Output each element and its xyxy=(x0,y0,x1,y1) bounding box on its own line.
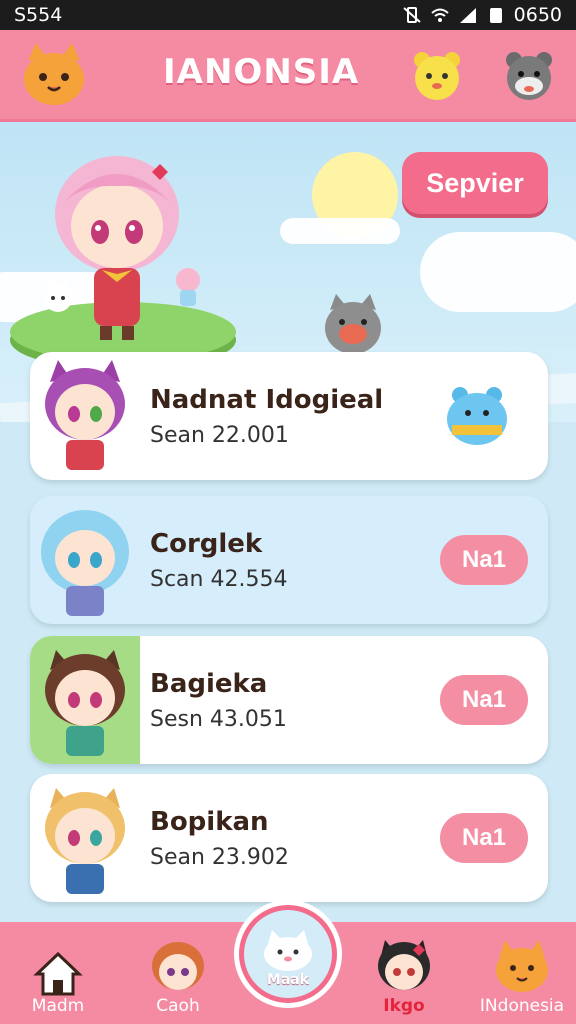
center-button-label: Maak xyxy=(266,972,310,988)
yellow-mascot-icon[interactable] xyxy=(410,48,464,102)
home-icon xyxy=(33,951,83,996)
list-item[interactable]: Bopikan Sean 23.902 Na1 xyxy=(30,774,548,902)
list-item-score: Sean 22.001 xyxy=(150,422,289,448)
app-title: IANONSIA xyxy=(163,52,360,92)
wifi-icon xyxy=(430,8,449,22)
nav-label: Madm xyxy=(31,996,85,1016)
status-bar: S554 0650 xyxy=(0,0,576,30)
center-main-button[interactable]: Maak xyxy=(234,900,342,1008)
vibrate-icon xyxy=(402,7,421,23)
list-item-text: Nadnat Idogieal Sean 22.001 xyxy=(140,385,440,448)
nav-item-caoh[interactable]: Caoh xyxy=(136,922,220,1024)
list-item[interactable]: Bagieka Sesn 43.051 Na1 xyxy=(30,636,548,764)
cat-icon xyxy=(264,930,312,971)
list-item-name: Bopikan xyxy=(150,806,269,837)
battery-icon xyxy=(489,8,502,23)
nav-item-ikgo[interactable]: Ikgo xyxy=(362,922,446,1024)
app-header: IANONSIA xyxy=(0,30,576,122)
rank-badge-button[interactable]: Na1 xyxy=(440,535,528,585)
purple-hair-character-icon xyxy=(30,352,140,480)
status-clock: 0650 xyxy=(513,4,562,26)
cat-face-icon xyxy=(496,940,548,992)
character-avatar-icon xyxy=(378,940,430,990)
list-item-text: Bopikan Sean 23.902 xyxy=(140,807,440,870)
cloud xyxy=(420,232,576,312)
header-actions xyxy=(410,48,556,102)
blue-blob-mascot-icon xyxy=(447,387,507,445)
nav-label-active: Ikgo xyxy=(383,996,425,1016)
list-item-score: Sesn 43.051 xyxy=(150,706,287,732)
cat-mascot-icon[interactable] xyxy=(18,39,90,111)
serve-button[interactable]: Sepvier xyxy=(402,152,548,214)
list-item[interactable]: Nadnat Idogieal Sean 22.001 xyxy=(30,352,548,480)
blue-hair-character-icon xyxy=(30,496,140,624)
small-white-cat-icon xyxy=(44,278,72,312)
status-time: S554 xyxy=(14,4,63,26)
rank-badge-button[interactable]: Na1 xyxy=(440,675,528,725)
nav-item-indonesia[interactable]: INdonesia xyxy=(470,922,574,1024)
gray-cat-mascot-icon xyxy=(325,294,381,354)
list-item-text: Bagieka Sesn 43.051 xyxy=(140,669,440,732)
list-item[interactable]: Corglek Scan 42.554 Na1 xyxy=(30,496,548,624)
signal-icon xyxy=(459,8,476,23)
list-item-name: Corglek xyxy=(150,528,263,559)
list-item-score: Scan 42.554 xyxy=(150,566,288,592)
small-doll-icon xyxy=(176,268,200,306)
blonde-hair-character-icon xyxy=(30,774,140,902)
cloud xyxy=(280,218,400,244)
nav-item-home[interactable]: Madm xyxy=(20,922,96,1024)
center-button-face: Maak xyxy=(244,910,332,998)
list-item-name: Bagieka xyxy=(150,668,268,699)
list-item-name: Nadnat Idogieal xyxy=(150,384,384,415)
gray-mascot-icon[interactable] xyxy=(502,48,556,102)
rank-badge-button[interactable]: Na1 xyxy=(440,813,528,863)
character-avatar-icon xyxy=(152,942,204,990)
status-icons: 0650 xyxy=(402,4,562,26)
nav-label: INdonesia xyxy=(479,996,565,1016)
nav-label: Caoh xyxy=(156,996,200,1016)
list-item-score: Sean 23.902 xyxy=(150,844,289,870)
brown-hair-character-icon xyxy=(30,636,140,764)
list-item-text: Corglek Scan 42.554 xyxy=(140,529,440,592)
